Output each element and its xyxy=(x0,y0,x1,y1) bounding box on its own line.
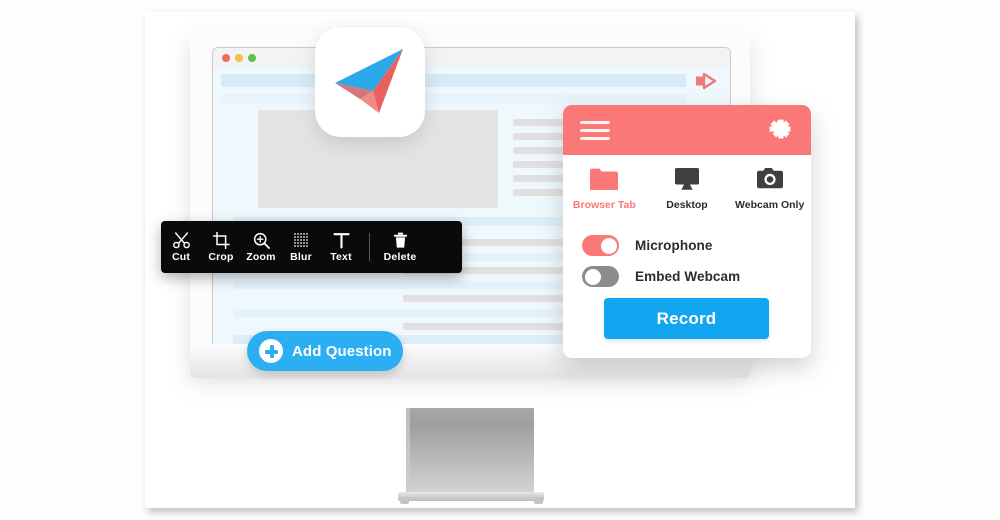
camera-icon xyxy=(755,162,785,192)
source-option-webcam-only[interactable]: Webcam Only xyxy=(728,162,811,224)
source-option-label: Browser Tab xyxy=(572,199,636,211)
microphone-toggle[interactable] xyxy=(582,235,619,256)
toolbar-item-label: Crop xyxy=(208,251,234,264)
toolbar-item-text[interactable]: Text xyxy=(321,231,361,263)
monitor-stand-foot-right xyxy=(534,497,543,504)
monitor-icon xyxy=(672,162,702,192)
embed-webcam-row: Embed Webcam xyxy=(582,266,740,287)
paper-plane-logo xyxy=(315,27,425,137)
toolbar-item-cut[interactable]: Cut xyxy=(161,231,201,263)
editing-toolbar: Cut Crop Zoom Blur Text Delete xyxy=(161,221,462,273)
recorder-panel: Browser Tab Desktop Webcam Only Micropho… xyxy=(563,105,811,358)
folder-icon xyxy=(589,162,619,192)
monitor-stand-foot-left xyxy=(400,497,409,504)
embed-webcam-label: Embed Webcam xyxy=(635,269,741,284)
record-button[interactable]: Record xyxy=(604,298,769,339)
add-question-button[interactable]: Add Question xyxy=(247,331,403,371)
recorder-panel-header xyxy=(563,105,811,155)
toolbar-item-crop[interactable]: Crop xyxy=(201,231,241,263)
source-option-browser-tab[interactable]: Browser Tab xyxy=(563,162,646,224)
address-bar-row xyxy=(213,71,730,91)
close-traffic-light-icon[interactable] xyxy=(222,54,230,62)
microphone-label: Microphone xyxy=(635,238,713,253)
microphone-row: Microphone xyxy=(582,235,713,256)
add-question-label: Add Question xyxy=(292,342,392,360)
magnifier-plus-icon xyxy=(253,231,270,249)
blur-dots-icon xyxy=(293,231,310,249)
hamburger-menu-icon[interactable] xyxy=(580,121,610,141)
address-bar[interactable] xyxy=(221,74,686,87)
toolbar-item-label: Text xyxy=(330,251,352,264)
source-option-label: Webcam Only xyxy=(735,199,805,211)
source-option-label: Desktop xyxy=(666,199,708,211)
toolbar-item-blur[interactable]: Blur xyxy=(281,231,321,263)
toolbar-item-label: Cut xyxy=(171,251,191,264)
toolbar-item-label: Zoom xyxy=(246,251,276,264)
source-option-desktop[interactable]: Desktop xyxy=(646,162,729,224)
scissors-icon xyxy=(172,231,190,249)
screenshot-canvas: Cut Crop Zoom Blur Text Delete Add Quest… xyxy=(0,0,1000,520)
monitor-stand-neck xyxy=(406,408,534,494)
trash-icon xyxy=(393,231,408,249)
play-icon[interactable] xyxy=(695,71,717,91)
toolbar-divider xyxy=(369,233,370,261)
crop-icon xyxy=(212,231,230,249)
gear-icon[interactable] xyxy=(768,118,794,144)
maximize-traffic-light-icon[interactable] xyxy=(248,54,256,62)
toolbar-item-zoom[interactable]: Zoom xyxy=(241,231,281,263)
toolbar-item-label: Delete xyxy=(383,251,417,264)
text-t-icon xyxy=(332,231,350,249)
minimize-traffic-light-icon[interactable] xyxy=(235,54,243,62)
embed-webcam-toggle[interactable] xyxy=(582,266,619,287)
monitor-stand-base xyxy=(398,492,544,501)
toolbar-item-label: Blur xyxy=(290,251,312,264)
toolbar-item-delete[interactable]: Delete xyxy=(380,231,420,263)
content-band xyxy=(221,94,686,103)
record-button-label: Record xyxy=(656,308,717,328)
capture-source-options: Browser Tab Desktop Webcam Only xyxy=(563,162,811,224)
browser-titlebar xyxy=(213,48,730,68)
plus-circle-icon xyxy=(259,339,283,363)
